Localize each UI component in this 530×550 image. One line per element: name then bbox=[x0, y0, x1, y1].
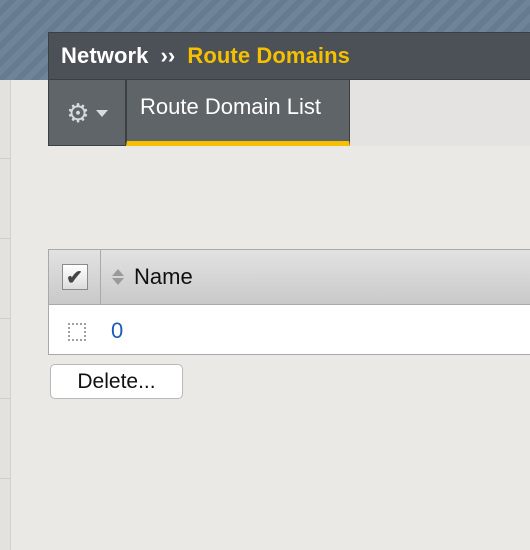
table-row: 0 bbox=[49, 305, 530, 355]
row-checkbox[interactable] bbox=[68, 323, 86, 341]
breadcrumb-section[interactable]: Network bbox=[61, 43, 149, 69]
breadcrumb-separator: ›› bbox=[160, 43, 176, 68]
delete-button[interactable]: Delete... bbox=[50, 364, 183, 399]
gear-icon: ⚙ bbox=[66, 97, 90, 128]
route-domain-link[interactable]: 0 bbox=[111, 318, 123, 344]
tab-route-domain-list[interactable]: Route Domain List bbox=[126, 80, 350, 146]
breadcrumb: Network ›› Route Domains bbox=[48, 32, 530, 80]
page-title: Route Domains bbox=[187, 43, 351, 68]
select-all-cell: ✔ bbox=[49, 250, 101, 304]
tab-bar: ⚙ Route Domain List bbox=[48, 80, 530, 146]
page: Network ›› Route Domains ⚙ Route Domain … bbox=[0, 0, 530, 550]
select-all-checkbox[interactable]: ✔ bbox=[61, 264, 88, 290]
settings-menu-button[interactable]: ⚙ bbox=[48, 80, 126, 146]
left-navigation-strip bbox=[0, 80, 11, 550]
name-column-header[interactable]: Name bbox=[102, 250, 193, 304]
sort-icon bbox=[112, 269, 124, 285]
table-header: ✔ Name bbox=[49, 250, 530, 305]
route-domains-table: ✔ Name 0 bbox=[48, 249, 530, 355]
name-column-label: Name bbox=[134, 264, 193, 289]
chevron-down-icon bbox=[95, 110, 108, 117]
